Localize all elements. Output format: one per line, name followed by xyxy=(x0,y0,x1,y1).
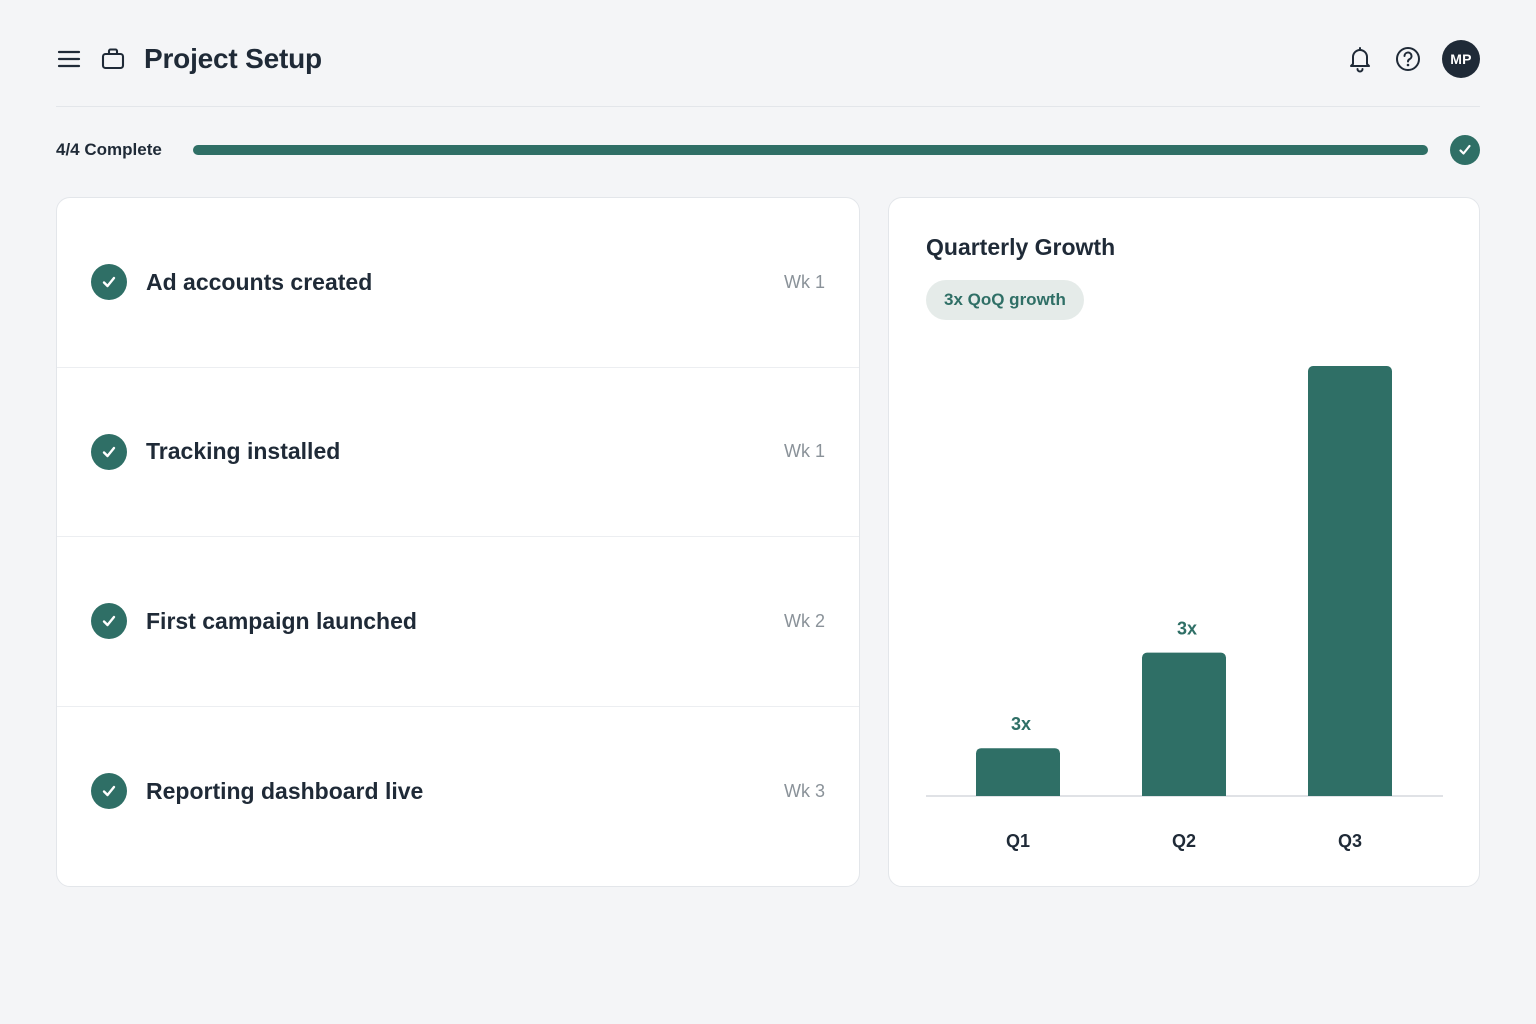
page-title: Project Setup xyxy=(144,43,322,74)
x-tick-label: Q3 xyxy=(1338,831,1362,851)
progress-fill xyxy=(193,145,1428,155)
help-icon[interactable] xyxy=(1394,45,1422,73)
x-tick-label: Q2 xyxy=(1172,831,1196,851)
progress-bar xyxy=(193,145,1428,155)
chart-title: Quarterly Growth xyxy=(926,234,1116,260)
task-row[interactable]: First campaign launched Wk 2 xyxy=(57,537,859,707)
task-week: Wk 1 xyxy=(783,441,825,462)
task-week: Wk 3 xyxy=(783,780,825,801)
task-row[interactable]: Tracking installed Wk 1 xyxy=(57,368,859,537)
bar-q2[interactable] xyxy=(1142,652,1226,796)
data-label: 3x xyxy=(1011,714,1031,734)
briefcase-icon xyxy=(100,46,126,72)
progress-complete-check-icon xyxy=(1450,135,1480,165)
task-label: Ad accounts created xyxy=(146,268,373,295)
avatar[interactable]: MP xyxy=(1442,40,1480,78)
task-label: Tracking installed xyxy=(146,438,341,465)
task-week: Wk 2 xyxy=(783,610,825,631)
task-label: First campaign launched xyxy=(146,607,417,634)
header-actions: MP xyxy=(1346,40,1480,78)
bar-q3[interactable] xyxy=(1308,366,1392,796)
check-icon xyxy=(91,264,127,301)
task-row[interactable]: Ad accounts created Wk 1 xyxy=(57,198,859,368)
menu-icon[interactable] xyxy=(56,46,82,72)
task-row[interactable]: Reporting dashboard live Wk 3 xyxy=(57,707,859,877)
growth-badge: 3x QoQ growth xyxy=(926,280,1084,320)
task-list: Ad accounts created Wk 1 Tracking instal… xyxy=(56,197,860,887)
data-label: 3x xyxy=(1177,619,1197,639)
x-tick-label: Q1 xyxy=(1006,831,1030,851)
task-label: Reporting dashboard live xyxy=(146,777,424,804)
chart-card: 3x Q1 3x Q2 Q3 Quarterly Growth 3x QoQ growt… xyxy=(888,197,1480,887)
check-icon xyxy=(91,433,127,470)
header: Project Setup MP xyxy=(56,36,1480,82)
header-divider xyxy=(56,106,1480,107)
check-icon xyxy=(91,773,127,810)
bell-icon[interactable] xyxy=(1346,45,1374,73)
progress-label: 4/4 Complete xyxy=(56,140,162,159)
bar-q1[interactable] xyxy=(976,748,1060,796)
check-icon xyxy=(91,603,127,640)
progress-row: 4/4 Complete xyxy=(56,134,1480,166)
task-week: Wk 1 xyxy=(783,271,825,292)
